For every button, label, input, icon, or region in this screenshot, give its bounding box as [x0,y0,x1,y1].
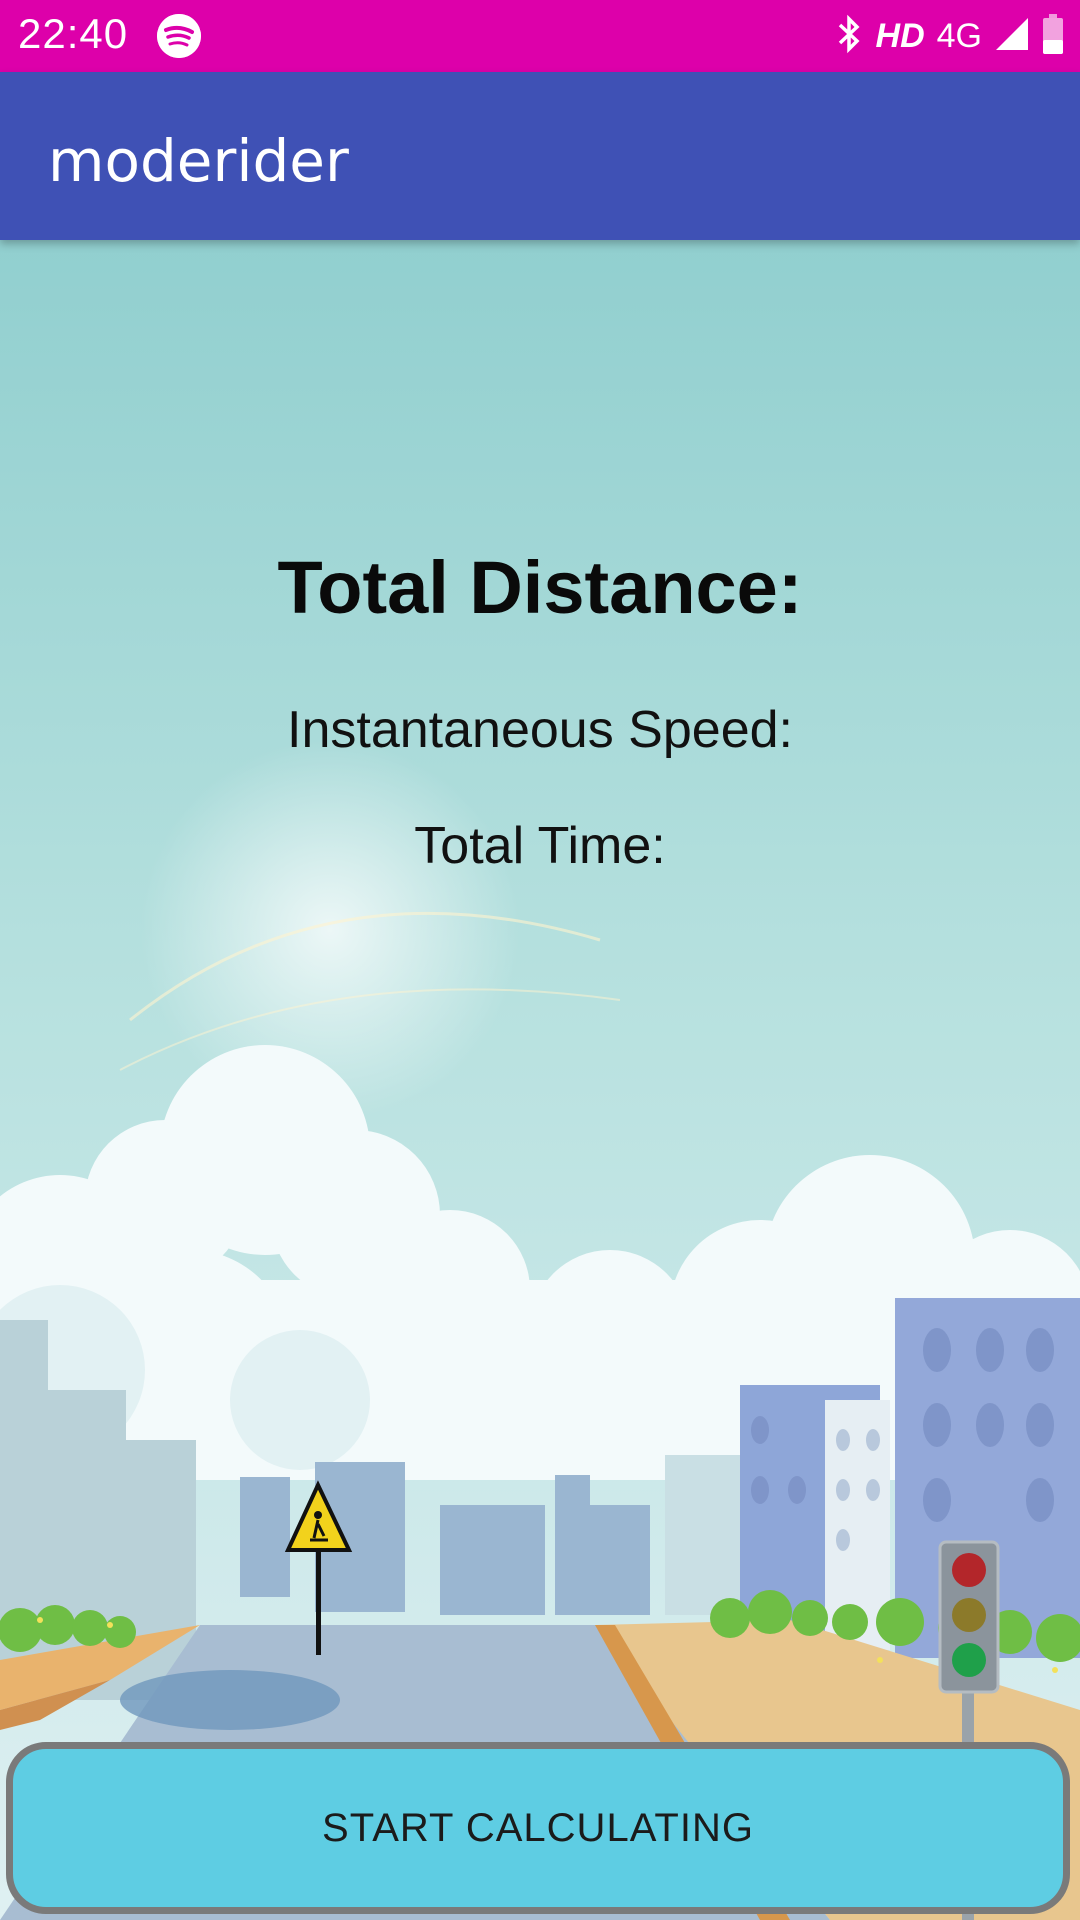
total-distance-label: Total Distance: [277,546,803,629]
status-bar: 22:40 HD 4G [0,0,1080,72]
network-type: 4G [936,16,982,55]
app-bar: moderider [0,72,1080,240]
signal-icon [994,16,1030,57]
instantaneous-speed-label: Instantaneous Speed: [287,701,793,759]
spotify-icon [157,14,201,58]
status-time: 22:40 [18,10,129,57]
battery-icon [1042,13,1064,59]
start-calculating-button[interactable]: START CALCULATING [6,1742,1070,1914]
city-background-illustration [0,240,1080,1920]
bluetooth-icon [834,14,864,59]
app-title: moderider [48,127,349,195]
hd-indicator: HD [875,16,925,55]
total-time-label: Total Time: [414,817,666,875]
main-content: Total Distance: Instantaneous Speed: Tot… [0,240,1080,1920]
